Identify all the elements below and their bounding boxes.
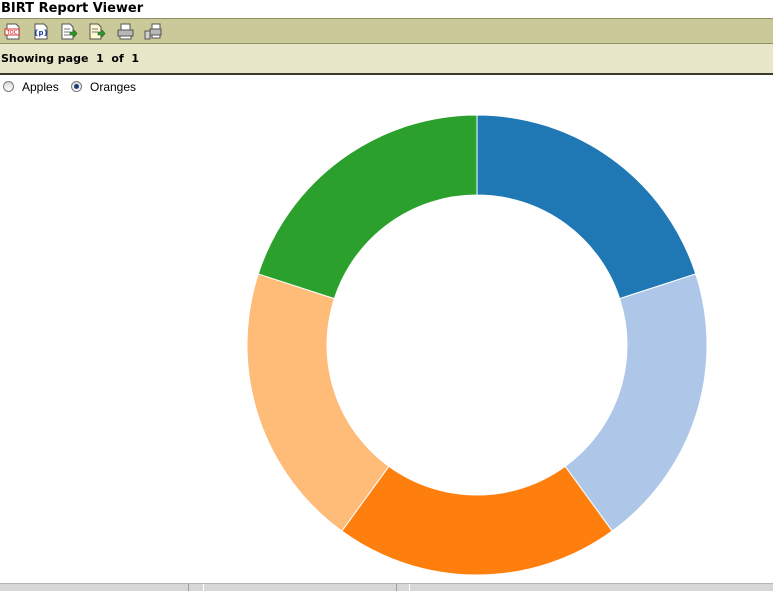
radio-button[interactable] [3,81,14,92]
chart-area [0,98,773,580]
export-data-button[interactable] [60,23,78,40]
donut-slice-2[interactable] [564,273,708,532]
print-server-icon [144,23,162,40]
radio-selected-dot [74,84,79,89]
navigation-bar: Showing page 1 of 1 [0,44,773,75]
donut-slice-1[interactable] [476,114,697,300]
status-segment [396,584,410,591]
donut-slice-5[interactable] [257,114,478,300]
toc-button[interactable]: TOC [4,23,22,40]
status-strip [0,583,773,591]
export-report-icon [89,23,106,40]
export-data-icon [61,23,78,40]
donut-chart [246,114,708,576]
status-segment [188,584,204,591]
donut-slice-3[interactable] [341,465,613,576]
run-parameters-button[interactable]: {p} [32,23,50,40]
toc-icon: TOC [4,23,20,40]
print-server-button[interactable] [144,23,162,40]
radio-label-apples: Apples [22,80,59,94]
print-button[interactable] [116,23,134,40]
donut-slice-4[interactable] [246,273,390,532]
radio-label-oranges: Oranges [90,80,137,94]
print-icon [117,23,134,40]
run-parameters-icon: {p} [34,23,49,40]
export-report-button[interactable] [88,23,106,40]
radio-button[interactable] [71,81,82,92]
report-viewer: BIRT Report Viewer TOC {p} Showing page … [0,0,773,591]
toolbar: TOC {p} [0,18,773,44]
parameters-badge: {p} [34,29,49,37]
window-title: BIRT Report Viewer [1,1,144,16]
title-bar: BIRT Report Viewer [0,0,773,18]
toc-badge: TOC [6,30,18,36]
page-info: Showing page 1 of 1 [1,52,140,65]
